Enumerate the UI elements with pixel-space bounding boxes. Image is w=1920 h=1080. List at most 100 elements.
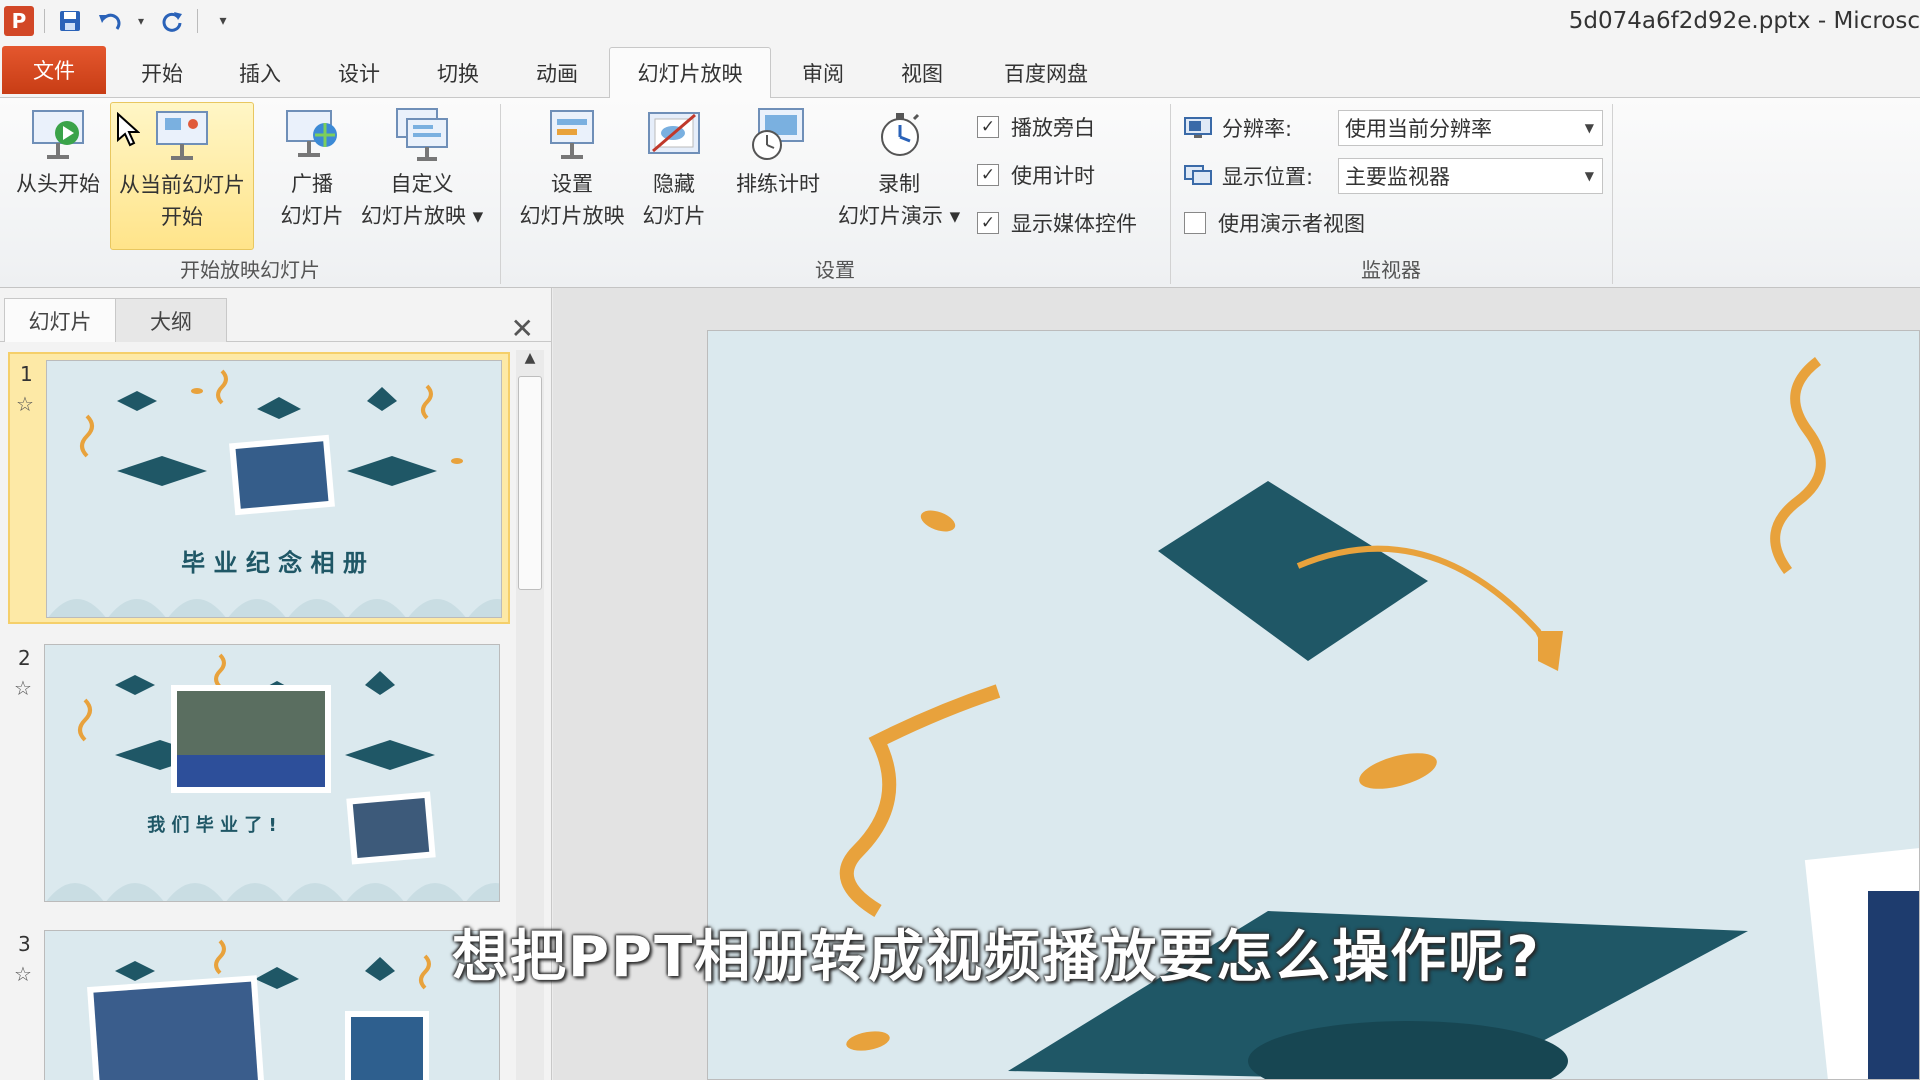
redo-icon[interactable] xyxy=(157,6,187,36)
show-media-controls-check-icon[interactable]: ✓ xyxy=(977,212,999,234)
monitors-group-label: 监视器 xyxy=(1361,258,1421,282)
slide-title: 毕 业 纪 念 相 册 xyxy=(181,549,367,577)
video-subtitle: 想把PPT相册转成视频播放要怎么操作呢? xyxy=(452,925,1541,990)
tab-view[interactable]: 视图 xyxy=(888,47,956,98)
from-beginning-icon xyxy=(26,102,90,166)
presenter-view-label: 使用演示者视图 xyxy=(1218,212,1365,236)
hide-slide-label-1: 隐藏 xyxy=(653,172,695,196)
presenter-view-checkbox[interactable]: 使用演示者视图 xyxy=(1184,208,1365,238)
play-narrations-checkbox[interactable]: ✓ 播放旁白 xyxy=(977,112,1095,142)
custom-slide-show-label-1: 自定义 xyxy=(390,172,454,196)
record-slide-show-icon xyxy=(867,102,931,166)
rehearse-timings-button[interactable]: 排练计时 xyxy=(726,102,830,200)
presenter-view-check-icon[interactable] xyxy=(1184,212,1206,234)
resolution-label: 分辨率: xyxy=(1222,117,1293,141)
quick-access-toolbar: P ▾ ▾ xyxy=(0,0,238,42)
resolution-select[interactable]: 使用当前分辨率 ▼ xyxy=(1338,110,1603,146)
play-narrations-check-icon[interactable]: ✓ xyxy=(977,116,999,138)
tab-file[interactable]: 文件 xyxy=(2,46,106,94)
qat-separator xyxy=(44,9,45,33)
slide-number: 2 xyxy=(18,646,31,670)
tab-slides[interactable]: 幻灯片 xyxy=(4,298,116,342)
rehearse-timings-label: 排练计时 xyxy=(736,172,820,196)
set-up-slide-show-label-1: 设置 xyxy=(551,172,593,196)
animation-star-icon: ☆ xyxy=(14,676,32,700)
animation-star-icon: ☆ xyxy=(14,962,32,986)
hide-slide-button[interactable]: 隐藏 幻灯片 xyxy=(634,102,714,232)
close-icon[interactable]: ✕ xyxy=(511,312,534,345)
custom-slide-show-button[interactable]: 自定义 幻灯片放映 ▾ xyxy=(356,102,488,232)
show-media-controls-checkbox[interactable]: ✓ 显示媒体控件 xyxy=(977,208,1137,238)
slide-title: 我 们 毕 业 了 ! xyxy=(147,815,277,836)
resolution-icon xyxy=(1184,117,1212,138)
undo-dropdown-icon[interactable]: ▾ xyxy=(135,6,147,36)
window-title: 5d074a6f2d92e.pptx - Microsc xyxy=(1568,8,1920,34)
undo-icon[interactable] xyxy=(95,6,125,36)
powerpoint-logo-icon: P xyxy=(4,6,34,36)
from-current-slide-icon xyxy=(150,103,214,167)
tab-animations[interactable]: 动画 xyxy=(523,47,591,98)
rehearse-timings-icon xyxy=(746,102,810,166)
use-timings-label: 使用计时 xyxy=(1011,164,1095,188)
from-current-slide-label-2: 开始 xyxy=(161,205,203,229)
record-slide-show-label-2: 幻灯片演示 ▾ xyxy=(837,204,961,228)
slide-thumbnail-item[interactable]: 2 ☆ 我 们 毕 业 了 ! xyxy=(8,638,510,910)
custom-slide-show-label-2: 幻灯片放映 ▾ xyxy=(360,204,484,228)
animation-star-icon: ☆ xyxy=(16,392,34,416)
set-up-slide-show-button[interactable]: 设置 幻灯片放映 xyxy=(510,102,634,232)
group-separator xyxy=(1612,104,1613,284)
save-icon[interactable] xyxy=(55,6,85,36)
record-slide-show-label-1: 录制 xyxy=(878,172,920,196)
tab-slide-show[interactable]: 幻灯片放映 xyxy=(609,47,771,99)
broadcast-icon xyxy=(280,102,344,166)
title-bar: P ▾ ▾ 5d074a6f2d92e.pptx - Microsc xyxy=(0,0,1920,42)
use-timings-checkbox[interactable]: ✓ 使用计时 xyxy=(977,160,1095,190)
set-up-slide-show-label-2: 幻灯片放映 xyxy=(519,204,625,228)
broadcast-label-1: 广播 xyxy=(291,172,333,196)
tab-home[interactable]: 开始 xyxy=(128,47,196,98)
use-timings-check-icon[interactable]: ✓ xyxy=(977,164,999,186)
panel-tabs: 幻灯片 大纲 ✕ xyxy=(0,298,552,345)
chevron-down-icon: ▼ xyxy=(1584,169,1594,183)
show-on-select[interactable]: 主要监视器 ▼ xyxy=(1338,158,1603,194)
from-beginning-button[interactable]: 从头开始 xyxy=(6,102,110,200)
tab-transitions[interactable]: 切换 xyxy=(424,47,492,98)
set-up-slide-show-icon xyxy=(540,102,604,166)
slide-thumbnail: 毕 业 纪 念 相 册 xyxy=(46,360,502,618)
tab-review[interactable]: 审阅 xyxy=(789,47,857,98)
hide-slide-icon xyxy=(642,102,706,166)
show-on-value: 主要监视器 xyxy=(1345,165,1450,189)
graduation-photo-illustration xyxy=(46,653,499,901)
graduation-collage-illustration xyxy=(87,939,431,1080)
from-beginning-label: 从头开始 xyxy=(16,172,100,196)
scrollbar-thumb[interactable] xyxy=(518,376,542,590)
setup-group-label: 设置 xyxy=(815,258,855,282)
resolution-value: 使用当前分辨率 xyxy=(1345,117,1492,141)
tab-design[interactable]: 设计 xyxy=(325,47,393,98)
chevron-down-icon: ▼ xyxy=(1584,121,1594,135)
show-media-controls-label: 显示媒体控件 xyxy=(1011,212,1137,236)
qat-separator xyxy=(197,9,198,33)
slide-number: 1 xyxy=(20,362,33,386)
slide-thumbnail: 我 们 毕 业 了 ! xyxy=(44,644,500,902)
graduation-caps-illustration xyxy=(48,369,501,617)
slide-thumbnail-item[interactable]: 1 ☆ 毕 业 纪 念 相 册 xyxy=(8,352,510,624)
slide-number: 3 xyxy=(18,932,31,956)
customize-qat-icon[interactable]: ▾ xyxy=(208,6,238,36)
slide-thumbnail-item[interactable]: 3 ☆ xyxy=(8,924,510,1080)
ribbon-tabs: 文件 开始 插入 设计 切换 动画 幻灯片放映 审阅 视图 百度网盘 xyxy=(0,42,1920,99)
show-on-monitor-icon xyxy=(1184,165,1212,185)
tab-insert[interactable]: 插入 xyxy=(226,47,294,98)
scroll-up-icon[interactable]: ▲ xyxy=(516,350,544,372)
play-narrations-label: 播放旁白 xyxy=(1011,116,1095,140)
show-on-label: 显示位置: xyxy=(1222,165,1314,189)
slide-thumbnail xyxy=(44,930,500,1080)
mouse-cursor-icon xyxy=(116,111,141,152)
tab-baidu-netdisk[interactable]: 百度网盘 xyxy=(990,47,1102,98)
from-current-slide-label-1: 从当前幻灯片 xyxy=(119,173,245,197)
record-slide-show-button[interactable]: 录制 幻灯片演示 ▾ xyxy=(832,102,966,232)
tab-outline[interactable]: 大纲 xyxy=(115,298,227,342)
custom-slide-show-icon xyxy=(390,102,454,166)
show-on-row: 显示位置: 主要监视器 ▼ xyxy=(1184,158,1603,194)
broadcast-slide-show-button[interactable]: 广播 幻灯片 xyxy=(270,102,354,232)
